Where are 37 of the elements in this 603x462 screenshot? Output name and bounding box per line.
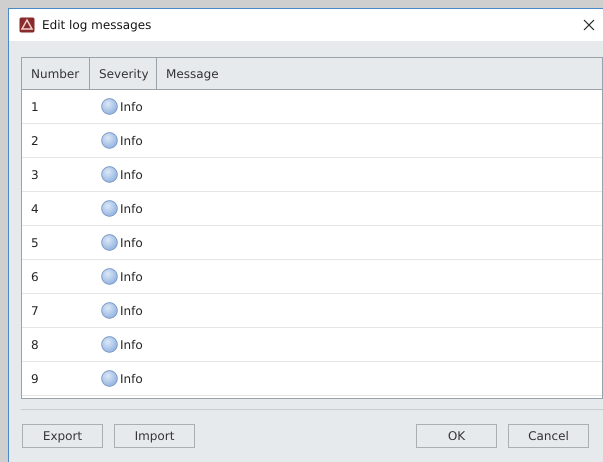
dialog-button[interactable]: Export bbox=[22, 424, 103, 448]
severity-text: Info bbox=[120, 304, 143, 318]
info-circle-icon bbox=[101, 370, 118, 387]
info-circle-icon bbox=[101, 166, 118, 183]
severity-text: Info bbox=[120, 338, 143, 352]
info-circle-icon bbox=[101, 268, 118, 285]
number-cell-text: 9 bbox=[30, 372, 40, 386]
number-cell-text: 8 bbox=[30, 338, 40, 352]
info-circle-icon bbox=[101, 234, 118, 251]
app-icon bbox=[19, 17, 35, 33]
info-circle-icon bbox=[101, 132, 118, 149]
severity-text: Info bbox=[120, 270, 143, 284]
severity-text: Info bbox=[120, 100, 143, 114]
severity-text: Info bbox=[120, 134, 143, 148]
info-circle-icon bbox=[101, 200, 118, 217]
severity-text: Info bbox=[120, 236, 143, 250]
info-circle-icon bbox=[101, 302, 118, 319]
severity-text: Info bbox=[120, 372, 143, 386]
column-header[interactable]: Number bbox=[22, 58, 90, 89]
number-cell-text: 1 bbox=[30, 100, 40, 114]
number-cell-text: 2 bbox=[30, 134, 40, 148]
number-cell-text: 6 bbox=[30, 270, 40, 284]
dialog-button[interactable]: Cancel bbox=[508, 424, 589, 448]
dialog-button[interactable]: OK bbox=[416, 424, 497, 448]
close-icon[interactable] bbox=[583, 19, 595, 31]
number-cell-text: 3 bbox=[30, 168, 40, 182]
number-cell-text: 7 bbox=[30, 304, 40, 318]
severity-text: Info bbox=[120, 168, 143, 182]
severity-text: Info bbox=[120, 202, 143, 216]
number-cell-text: 4 bbox=[30, 202, 40, 216]
window-title: Edit log messages bbox=[42, 18, 152, 32]
column-header[interactable]: Severity bbox=[90, 58, 157, 89]
dialog-button[interactable]: Import bbox=[114, 424, 195, 448]
number-cell-text: 5 bbox=[30, 236, 40, 250]
column-header[interactable]: Message bbox=[157, 58, 602, 89]
info-circle-icon bbox=[101, 336, 118, 353]
info-circle-icon bbox=[101, 98, 118, 115]
